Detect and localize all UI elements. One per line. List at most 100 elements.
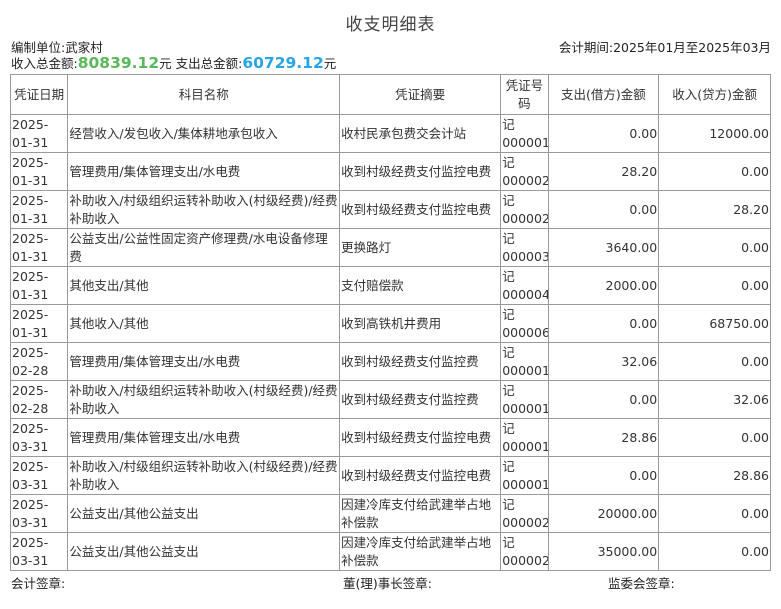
supervisor-signature: 监委会签章: xyxy=(608,576,675,591)
debit-amount-cell: 28.86 xyxy=(547,418,660,457)
voucher-date-cell: 2025-01-31 xyxy=(9,304,69,343)
subject-name-cell: 公益支出/其他公益支出 xyxy=(67,532,341,571)
credit-amount-cell: 0.00 xyxy=(658,494,771,533)
table-row: 2025-03-31 补助收入/村级组织运转补助收入(村级经费)/经费补助收入 收到… xyxy=(9,456,771,495)
income-total-label: 收入总金额: xyxy=(11,56,78,71)
credit-amount-cell: 32.06 xyxy=(658,380,771,419)
table-body: 2025-01-31 经营收入/发包收入/集体耕地承包收入 收村民承包费交会计站 记0… xyxy=(9,114,771,571)
subject-name-cell: 公益支出/其他公益支出 xyxy=(67,494,341,533)
table-row: 2025-01-31 公益支出/公益性固定资产修理费/水电设备修理费 更换路灯 记00… xyxy=(9,228,771,267)
debit-amount-cell: 0.00 xyxy=(547,114,660,153)
voucher-date-cell: 2025-01-31 xyxy=(9,190,69,229)
credit-amount-cell: 0.00 xyxy=(658,266,771,305)
chairman-signature: 董(理)事长签章: xyxy=(343,576,432,591)
column-header-voucher-no: 凭证号码 xyxy=(500,74,549,115)
credit-amount-cell: 0.00 xyxy=(658,532,771,571)
subject-name-cell: 补助收入/村级组织运转补助收入(村级经费)/经费补助收入 xyxy=(67,380,341,419)
subject-name-cell: 管理费用/集体管理支出/水电费 xyxy=(67,152,341,191)
table-row: 2025-03-31 管理费用/集体管理支出/水电费 收到村级经费支付监控电费 记00… xyxy=(9,418,771,457)
credit-amount-cell: 0.00 xyxy=(658,152,771,191)
expense-total-label: 支出总金额: xyxy=(175,56,243,71)
voucher-date-cell: 2025-01-31 xyxy=(9,152,69,191)
voucher-summary-cell: 收到高铁机井费用 xyxy=(339,304,502,343)
table-row: 2025-02-28 管理费用/集体管理支出/水电费 收到村级经费支付监控费 记000… xyxy=(9,342,771,381)
table-row: 2025-01-31 补助收入/村级组织运转补助收入(村级经费)/经费补助收入 收到… xyxy=(9,190,771,229)
debit-amount-cell: 0.00 xyxy=(547,456,660,495)
voucher-date-cell: 2025-02-28 xyxy=(9,342,69,381)
table-row: 2025-01-31 经营收入/发包收入/集体耕地承包收入 收村民承包费交会计站 记0… xyxy=(9,114,771,153)
subject-name-cell: 管理费用/集体管理支出/水电费 xyxy=(67,418,341,457)
debit-amount-cell: 28.20 xyxy=(547,152,660,191)
voucher-summary-cell: 收村民承包费交会计站 xyxy=(339,114,502,153)
voucher-date-cell: 2025-01-31 xyxy=(9,114,69,153)
subject-name-cell: 管理费用/集体管理支出/水电费 xyxy=(67,342,341,381)
voucher-date-cell: 2025-03-31 xyxy=(9,494,69,533)
credit-amount-cell: 0.00 xyxy=(658,228,771,267)
debit-amount-cell: 0.00 xyxy=(547,304,660,343)
voucher-summary-cell: 支付赔偿款 xyxy=(339,266,502,305)
voucher-summary-cell: 收到村级经费支付监控电费 xyxy=(339,456,502,495)
ledger-table: 凭证日期 科目名称 凭证摘要 凭证号码 支出(借方)金额 收入(贷方)金额 20… xyxy=(9,74,771,571)
voucher-summary-cell: 收到村级经费支付监控费 xyxy=(339,342,502,381)
debit-amount-cell: 20000.00 xyxy=(547,494,660,533)
voucher-number-cell: 记000002 xyxy=(500,190,549,229)
credit-amount-cell: 28.20 xyxy=(658,190,771,229)
accountant-signature: 会计签章: xyxy=(11,576,66,591)
subject-name-cell: 公益支出/公益性固定资产修理费/水电设备修理费 xyxy=(67,228,341,267)
column-header-date: 凭证日期 xyxy=(9,74,69,115)
column-header-subject: 科目名称 xyxy=(67,74,341,115)
credit-amount-cell: 12000.00 xyxy=(658,114,771,153)
table-row: 2025-02-28 补助收入/村级组织运转补助收入(村级经费)/经费补助收入 收到… xyxy=(9,380,771,419)
subject-name-cell: 其他支出/其他 xyxy=(67,266,341,305)
voucher-summary-cell: 收到村级经费支付监控费 xyxy=(339,380,502,419)
page-title: 收支明细表 xyxy=(345,15,436,35)
voucher-date-cell: 2025-02-28 xyxy=(9,380,69,419)
debit-amount-cell: 35000.00 xyxy=(547,532,660,571)
column-header-summary: 凭证摘要 xyxy=(339,74,502,115)
voucher-date-cell: 2025-03-31 xyxy=(9,532,69,571)
table-row: 2025-03-31 公益支出/其他公益支出 因建冷库支付给武建举占地补偿款 记000… xyxy=(9,494,771,533)
period-value: 2025年01月至2025年03月 xyxy=(613,40,771,55)
debit-amount-cell: 3640.00 xyxy=(547,228,660,267)
voucher-date-cell: 2025-01-31 xyxy=(9,228,69,267)
voucher-number-cell: 记000002 xyxy=(500,494,549,533)
accounting-period: 会计期间:2025年01月至2025年03月 xyxy=(559,37,771,55)
table-row: 2025-01-31 其他支出/其他 支付赔偿款 记000004 2000.00 0.00 xyxy=(9,266,771,305)
compiling-unit: 编制单位:武家村 xyxy=(11,37,103,55)
voucher-number-cell: 记000002 xyxy=(500,152,549,191)
voucher-summary-cell: 更换路灯 xyxy=(339,228,502,267)
voucher-number-cell: 记000001 xyxy=(500,114,549,153)
voucher-number-cell: 记000001 xyxy=(500,456,549,495)
voucher-summary-cell: 因建冷库支付给武建举占地补偿款 xyxy=(339,532,502,571)
credit-amount-cell: 0.00 xyxy=(658,418,771,457)
voucher-number-cell: 记000001 xyxy=(500,418,549,457)
expense-total-amount: 60729.12 xyxy=(242,54,324,72)
expense-total-unit: 元 xyxy=(323,56,337,71)
income-total-unit: 元 xyxy=(159,56,172,71)
voucher-date-cell: 2025-01-31 xyxy=(9,266,69,305)
table-row: 2025-01-31 其他收入/其他 收到高铁机井费用 记000006 0.00 6875… xyxy=(9,304,771,343)
report-meta: 编制单位:武家村 会计期间:2025年01月至2025年03月 xyxy=(11,37,771,55)
debit-amount-cell: 0.00 xyxy=(547,190,660,229)
voucher-number-cell: 记000001 xyxy=(500,342,549,381)
column-header-credit: 收入(贷方)金额 xyxy=(658,74,771,115)
voucher-number-cell: 记000002 xyxy=(500,532,549,571)
credit-amount-cell: 0.00 xyxy=(658,342,771,381)
debit-amount-cell: 2000.00 xyxy=(547,266,660,305)
voucher-number-cell: 记000001 xyxy=(500,380,549,419)
table-row: 2025-01-31 管理费用/集体管理支出/水电费 收到村级经费支付监控电费 记00… xyxy=(9,152,771,191)
subject-name-cell: 补助收入/村级组织运转补助收入(村级经费)/经费补助收入 xyxy=(67,456,341,495)
subject-name-cell: 其他收入/其他 xyxy=(67,304,341,343)
signature-footer: 会计签章: 董(理)事长签章: 监委会签章: xyxy=(11,573,771,591)
voucher-number-cell: 记000004 xyxy=(500,266,549,305)
voucher-number-cell: 记000006 xyxy=(500,304,549,343)
subject-name-cell: 补助收入/村级组织运转补助收入(村级经费)/经费补助收入 xyxy=(67,190,341,229)
table-row: 2025-03-31 公益支出/其他公益支出 因建冷库支付给武建举占地补偿款 记000… xyxy=(9,532,771,571)
totals-summary: 收入总金额: 80839.12 元 支出总金额: 60729.12 元 xyxy=(11,53,336,73)
column-header-debit: 支出(借方)金额 xyxy=(547,74,660,115)
income-total-amount: 80839.12 xyxy=(77,54,160,72)
subject-name-cell: 经营收入/发包收入/集体耕地承包收入 xyxy=(67,114,341,153)
voucher-date-cell: 2025-03-31 xyxy=(9,456,69,495)
table-header-row: 凭证日期 科目名称 凭证摘要 凭证号码 支出(借方)金额 收入(贷方)金额 xyxy=(9,74,771,115)
voucher-number-cell: 记000003 xyxy=(500,228,549,267)
